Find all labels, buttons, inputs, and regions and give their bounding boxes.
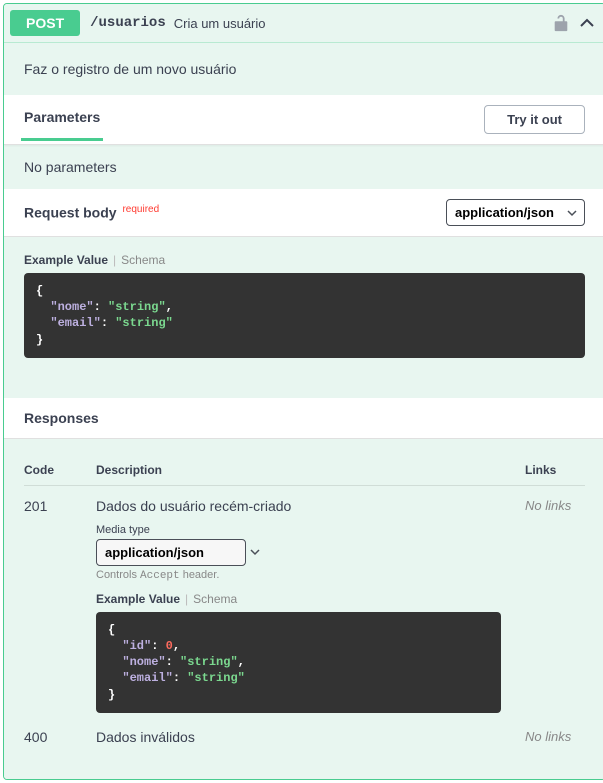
response-code: 201 — [24, 498, 96, 713]
parameters-title: Parameters — [24, 109, 100, 131]
endpoint-summary: Cria um usuário — [174, 16, 266, 31]
col-code: Code — [24, 463, 96, 477]
col-description: Description — [96, 463, 525, 477]
tab-example-value[interactable]: Example Value — [24, 253, 108, 267]
method-badge: POST — [10, 10, 80, 36]
media-type-select[interactable]: application/json — [96, 539, 246, 566]
request-body-header: Request body required application/json — [4, 189, 603, 237]
response-description: Dados inválidos — [96, 729, 525, 745]
endpoint-panel: POST /usuarios Cria um usuário Faz o reg… — [3, 3, 603, 780]
unlock-icon[interactable] — [553, 14, 569, 32]
responses-table-head: Code Description Links — [24, 451, 585, 486]
chevron-up-icon[interactable] — [579, 15, 595, 31]
request-example-code[interactable]: { "nome": "string", "email": "string" } — [24, 273, 585, 358]
media-type-label: Media type — [96, 524, 525, 536]
chevron-down-icon — [250, 544, 260, 560]
no-parameters-text: No parameters — [4, 145, 603, 189]
response-example-tabs: Example Value|Schema — [96, 592, 525, 606]
endpoint-description: Faz o registro de um novo usuário — [4, 43, 603, 95]
required-badge: required — [122, 204, 159, 215]
endpoint-path: /usuarios — [90, 15, 166, 31]
controls-accept-note: Controls Accept header. — [96, 569, 525, 582]
col-links: Links — [525, 463, 585, 477]
response-links: No links — [525, 498, 585, 713]
response-description: Dados do usuário recém-criado — [96, 498, 525, 514]
content-type-select[interactable]: application/json — [446, 199, 585, 226]
try-it-out-button[interactable]: Try it out — [484, 105, 585, 134]
tab-schema[interactable]: Schema — [121, 253, 165, 267]
response-example-code[interactable]: { "id": 0, "nome": "string", "email": "s… — [96, 612, 501, 713]
parameters-header: Parameters Try it out — [4, 95, 603, 145]
responses-table: Code Description Links 201 Dados do usuá… — [4, 439, 603, 779]
example-schema-tabs: Example Value|Schema — [24, 253, 585, 267]
response-row: 201 Dados do usuário recém-criado Media … — [24, 486, 585, 717]
response-row: 400 Dados inválidos No links — [24, 717, 585, 759]
response-links: No links — [525, 729, 585, 755]
request-body-content: Example Value|Schema { "nome": "string",… — [4, 237, 603, 398]
tab-example-value[interactable]: Example Value — [96, 592, 180, 606]
responses-title: Responses — [4, 398, 603, 439]
request-body-title: Request body — [24, 205, 117, 221]
endpoint-header[interactable]: POST /usuarios Cria um usuário — [4, 4, 603, 43]
response-code: 400 — [24, 729, 96, 755]
tab-schema[interactable]: Schema — [193, 592, 237, 606]
